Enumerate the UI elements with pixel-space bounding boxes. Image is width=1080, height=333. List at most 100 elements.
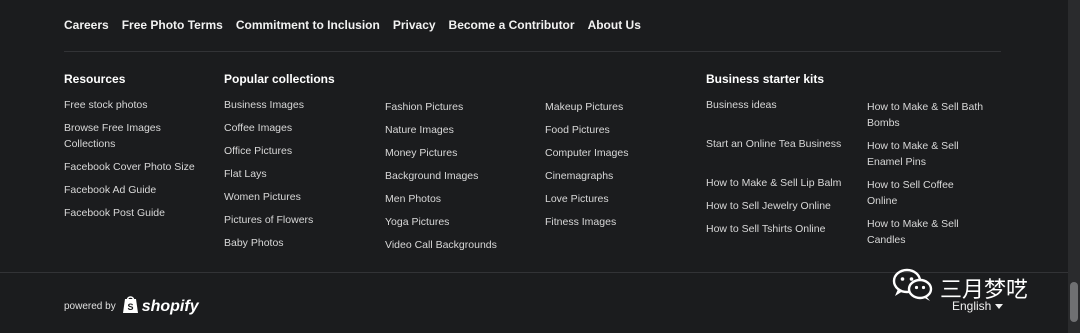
top-divider [64, 51, 1001, 52]
list-item[interactable]: Cinemagraphs [545, 168, 695, 184]
list-item[interactable]: Video Call Backgrounds [385, 237, 535, 253]
collection-link[interactable]: Computer Images [545, 147, 628, 159]
starter-link[interactable]: How to Sell Coffee Online [867, 179, 954, 207]
list-item[interactable]: Flat Lays [224, 166, 374, 182]
starter-link[interactable]: How to Make & Sell Bath Bombs [867, 101, 983, 129]
popular-list-1: Business Images Coffee Images Office Pic… [224, 97, 374, 251]
collection-link[interactable]: Makeup Pictures [545, 101, 623, 113]
wechat-icon [892, 268, 934, 307]
popular-collections-column-2: Fashion Pictures Nature Images Money Pic… [385, 99, 535, 260]
starter-list-2: How to Make & Sell Bath Bombs How to Mak… [867, 99, 985, 248]
resource-link[interactable]: Browse Free Images Collections [64, 122, 161, 150]
list-item[interactable]: How to Make & Sell Bath Bombs [867, 99, 985, 131]
collection-link[interactable]: Food Pictures [545, 124, 610, 136]
language-label: English [952, 299, 992, 313]
nav-link-about-us[interactable]: About Us [588, 18, 641, 32]
chevron-down-icon [995, 303, 1004, 309]
shopify-logo[interactable]: S shopify [122, 294, 199, 319]
list-item[interactable]: How to Sell Jewelry Online [706, 198, 846, 214]
collection-link[interactable]: Business Images [224, 99, 304, 111]
list-item[interactable]: Love Pictures [545, 191, 695, 207]
collection-link[interactable]: Women Pictures [224, 191, 301, 203]
collection-link[interactable]: Flat Lays [224, 168, 267, 180]
list-item[interactable]: Start an Online Tea Business [706, 136, 846, 152]
resource-link[interactable]: Free stock photos [64, 99, 147, 111]
collection-link[interactable]: Men Photos [385, 193, 441, 205]
starter-link[interactable]: How to Make & Sell Candles [867, 218, 959, 246]
resource-link[interactable]: Facebook Post Guide [64, 207, 165, 219]
starter-link[interactable]: How to Make & Sell Lip Balm [706, 177, 841, 189]
list-item[interactable]: Fitness Images [545, 214, 695, 230]
resources-heading: Resources [64, 72, 126, 86]
list-item[interactable]: Facebook Ad Guide [64, 182, 204, 198]
resources-list: Free stock photos Browse Free Images Col… [64, 97, 204, 221]
list-item[interactable]: Fashion Pictures [385, 99, 535, 115]
list-item[interactable]: Facebook Cover Photo Size [64, 159, 204, 175]
shopify-wordmark: shopify [141, 297, 199, 315]
page-scrollbar[interactable] [1068, 0, 1080, 333]
starter-list-1: Business ideas Start an Online Tea Busin… [706, 97, 846, 237]
list-item[interactable]: Computer Images [545, 145, 695, 161]
list-item[interactable]: Yoga Pictures [385, 214, 535, 230]
list-item[interactable]: Men Photos [385, 191, 535, 207]
list-item[interactable]: Business Images [224, 97, 374, 113]
svg-text:S: S [127, 302, 133, 312]
collection-link[interactable]: Nature Images [385, 124, 454, 136]
collection-link[interactable]: Fashion Pictures [385, 101, 463, 113]
list-item[interactable]: Business ideas [706, 97, 846, 113]
starter-kits-column-2: How to Make & Sell Bath Bombs How to Mak… [867, 99, 985, 255]
resources-column: Resources Free stock photos Browse Free … [64, 72, 204, 228]
list-item[interactable]: Browse Free Images Collections [64, 120, 204, 152]
collection-link[interactable]: Video Call Backgrounds [385, 239, 497, 251]
list-item[interactable]: Coffee Images [224, 120, 374, 136]
list-item[interactable]: Office Pictures [224, 143, 374, 159]
list-item[interactable]: Pictures of Flowers [224, 212, 374, 228]
nav-link-careers[interactable]: Careers [64, 18, 109, 32]
collection-link[interactable]: Baby Photos [224, 237, 284, 249]
popular-collections-column-3: Makeup Pictures Food Pictures Computer I… [545, 99, 695, 237]
collection-link[interactable]: Background Images [385, 170, 478, 182]
list-item[interactable]: Money Pictures [385, 145, 535, 161]
collection-link[interactable]: Pictures of Flowers [224, 214, 313, 226]
starter-link[interactable]: How to Make & Sell Enamel Pins [867, 140, 959, 168]
list-item[interactable]: Makeup Pictures [545, 99, 695, 115]
collection-link[interactable]: Office Pictures [224, 145, 292, 157]
popular-collections-heading: Popular collections [224, 72, 335, 86]
collection-link[interactable]: Cinemagraphs [545, 170, 613, 182]
starter-link[interactable]: How to Sell Jewelry Online [706, 200, 831, 212]
collection-link[interactable]: Coffee Images [224, 122, 292, 134]
list-item[interactable]: Women Pictures [224, 189, 374, 205]
collection-link[interactable]: Love Pictures [545, 193, 609, 205]
shopify-bag-icon: S [122, 294, 139, 319]
resource-link[interactable]: Facebook Cover Photo Size [64, 161, 195, 173]
resource-link[interactable]: Facebook Ad Guide [64, 184, 156, 196]
collection-link[interactable]: Fitness Images [545, 216, 616, 228]
starter-kits-heading: Business starter kits [706, 72, 825, 86]
list-item[interactable]: Baby Photos [224, 235, 374, 251]
list-item[interactable]: How to Sell Coffee Online [867, 177, 985, 209]
list-item[interactable]: How to Make & Sell Enamel Pins [867, 138, 985, 170]
starter-link[interactable]: Business ideas [706, 99, 777, 111]
list-item[interactable]: How to Make & Sell Candles [867, 216, 985, 248]
nav-link-become-contributor[interactable]: Become a Contributor [449, 18, 575, 32]
powered-by-shopify[interactable]: powered by S shopify [64, 294, 199, 319]
nav-link-free-photo-terms[interactable]: Free Photo Terms [122, 18, 223, 32]
nav-link-commitment-to-inclusion[interactable]: Commitment to Inclusion [236, 18, 380, 32]
list-item[interactable]: Background Images [385, 168, 535, 184]
list-item[interactable]: Free stock photos [64, 97, 204, 113]
collection-link[interactable]: Yoga Pictures [385, 216, 449, 228]
list-item[interactable]: How to Make & Sell Lip Balm [706, 175, 846, 191]
list-item[interactable]: Food Pictures [545, 122, 695, 138]
nav-link-privacy[interactable]: Privacy [393, 18, 436, 32]
list-item[interactable]: How to Sell Tshirts Online [706, 221, 846, 237]
popular-list-3: Makeup Pictures Food Pictures Computer I… [545, 99, 695, 230]
list-item[interactable]: Nature Images [385, 122, 535, 138]
popular-list-2: Fashion Pictures Nature Images Money Pic… [385, 99, 535, 253]
scrollbar-thumb[interactable] [1070, 282, 1078, 322]
list-item[interactable]: Facebook Post Guide [64, 205, 204, 221]
starter-kits-column-1: Business starter kits Business ideas Sta… [706, 72, 846, 244]
starter-link[interactable]: How to Sell Tshirts Online [706, 223, 825, 235]
language-selector[interactable]: English [952, 299, 1004, 313]
starter-link[interactable]: Start an Online Tea Business [706, 138, 841, 150]
collection-link[interactable]: Money Pictures [385, 147, 457, 159]
